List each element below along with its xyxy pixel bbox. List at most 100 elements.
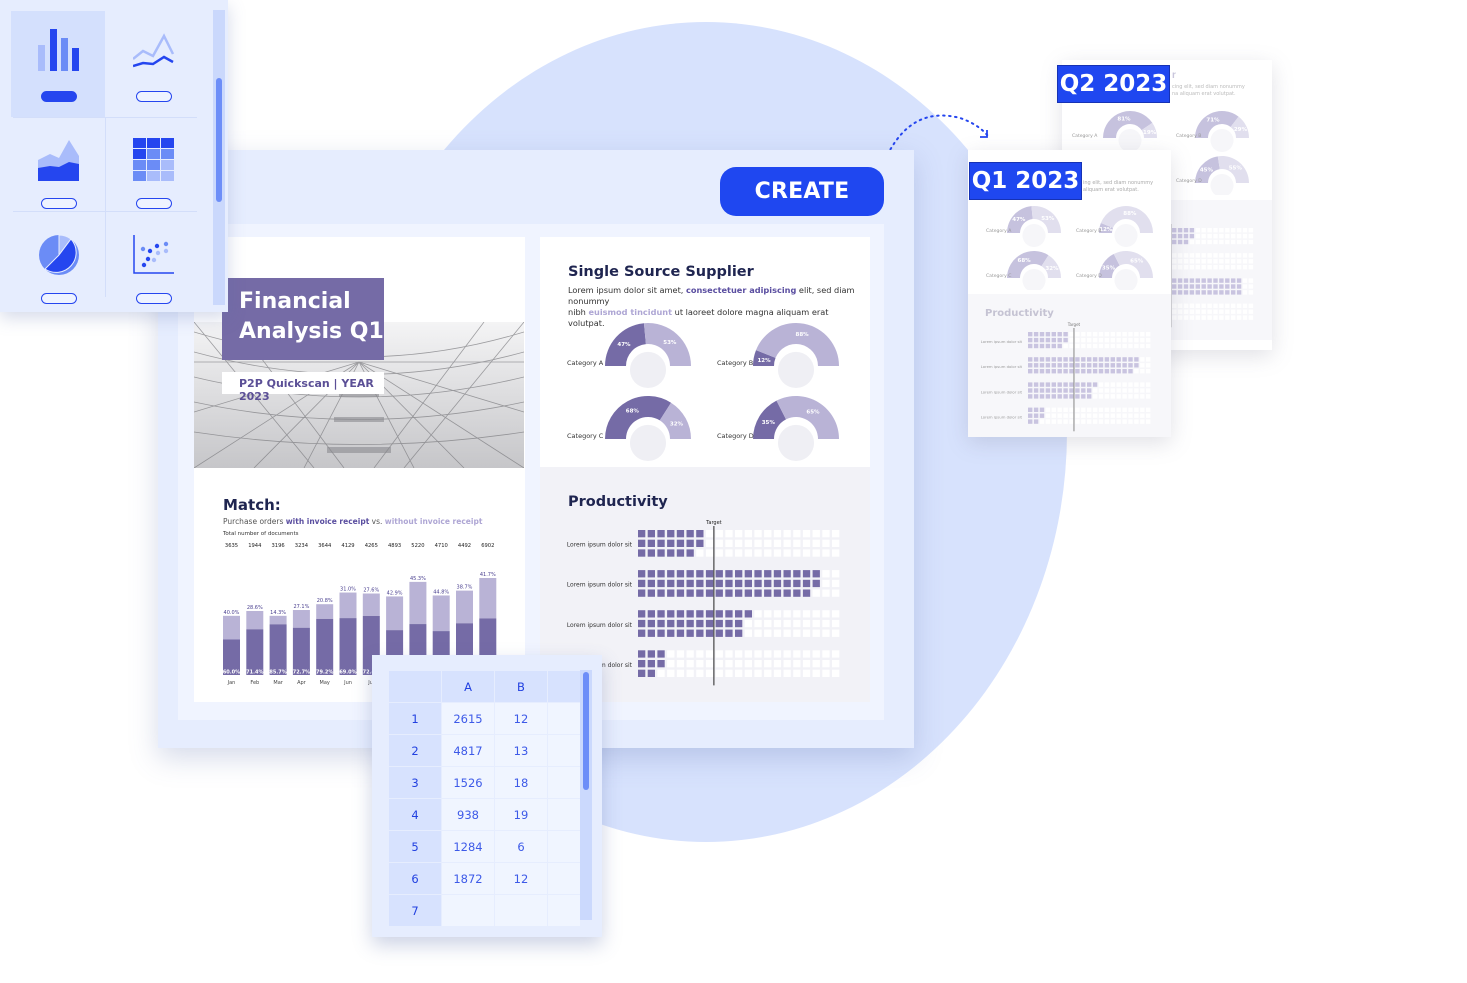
column-header-b[interactable]: B: [495, 671, 547, 702]
productivity-cell-filled: [657, 570, 665, 578]
productivity-cell-empty: [1098, 382, 1104, 387]
productivity-cell-empty: [725, 530, 733, 538]
productivity-cell-filled: [1219, 278, 1224, 283]
create-button[interactable]: CREATE: [720, 167, 884, 216]
productivity-cell-empty: [1231, 303, 1236, 308]
gauge-dark-label: 81%: [1117, 116, 1131, 122]
column-header-a[interactable]: A: [442, 671, 494, 702]
productivity-cell-filled: [1189, 233, 1195, 239]
productivity-cell-empty: [1213, 253, 1218, 258]
productivity-cell-empty: [1122, 343, 1127, 349]
productivity-cell-filled: [1081, 357, 1086, 362]
productivity-cell-filled: [638, 669, 646, 677]
q2-productivity-grid: [1170, 224, 1254, 328]
cell-a[interactable]: 2615: [442, 703, 494, 734]
cell-a[interactable]: 1284: [442, 831, 494, 862]
cell-a[interactable]: 1526: [442, 767, 494, 798]
productivity-cell-filled: [647, 570, 655, 578]
select-toggle[interactable]: [136, 91, 172, 102]
cell-b[interactable]: [495, 895, 547, 926]
bar-without-invoice: [292, 610, 310, 628]
productivity-cell-empty: [705, 539, 714, 547]
productivity-cell-filled: [715, 589, 723, 597]
cell-b[interactable]: 6: [495, 831, 547, 862]
select-toggle[interactable]: [41, 198, 77, 209]
productivity-cell-empty: [1213, 309, 1218, 314]
total-documents-label: 4265: [365, 543, 378, 549]
productivity-cell-empty: [1207, 265, 1212, 270]
bar-with-invoice: [292, 627, 310, 675]
row-header[interactable]: 5: [389, 831, 441, 862]
productivity-cell-filled: [1110, 369, 1115, 374]
grid-cell: [147, 149, 160, 159]
q2-badge[interactable]: Q2 2023: [1057, 65, 1170, 103]
productivity-cell-empty: [793, 619, 801, 628]
bar-bottom-label: 71.4%: [246, 670, 263, 676]
row-header[interactable]: 1: [389, 703, 441, 734]
productivity-cell-empty: [1140, 337, 1145, 343]
cell-b[interactable]: 12: [495, 703, 547, 734]
productivity-cell-empty: [754, 650, 762, 658]
select-toggle[interactable]: [41, 293, 77, 304]
cell-a[interactable]: 1872: [442, 863, 494, 894]
gauge-category-label: Category C: [567, 432, 604, 440]
productivity-cell-filled: [657, 610, 665, 618]
gauge-category-label: Category B: [1076, 228, 1101, 234]
sheet-scrollbar-thumb[interactable]: [583, 672, 589, 790]
cell-empty[interactable]: [548, 895, 580, 926]
productivity-cell-empty: [676, 660, 685, 668]
cell-b[interactable]: 12: [495, 863, 547, 894]
cell-empty[interactable]: [548, 767, 580, 798]
cell-b[interactable]: 18: [495, 767, 547, 798]
select-toggle[interactable]: [136, 293, 172, 304]
productivity-cell-filled: [1189, 284, 1195, 289]
productivity-cell-filled: [1057, 357, 1062, 362]
cell-a[interactable]: 938: [442, 799, 494, 830]
productivity-cell-empty: [1104, 394, 1110, 399]
cell-empty[interactable]: [548, 831, 580, 862]
productivity-cell-empty: [1116, 337, 1121, 343]
bar-top-label: 40.0%: [224, 610, 240, 616]
chart-option-scatter[interactable]: [106, 213, 200, 319]
row-header[interactable]: 3: [389, 767, 441, 798]
productivity-cell-filled: [667, 619, 675, 628]
productivity-cell-empty: [1140, 388, 1145, 393]
productivity-cell-filled: [1087, 394, 1092, 399]
cell-a[interactable]: 4817: [442, 735, 494, 766]
row-header[interactable]: 2: [389, 735, 441, 766]
productivity-cell-filled: [696, 610, 704, 618]
cell-empty[interactable]: [548, 863, 580, 894]
cell-b[interactable]: 13: [495, 735, 547, 766]
productivity-cell-filled: [1033, 413, 1039, 418]
cell-b[interactable]: 19: [495, 799, 547, 830]
cell-empty[interactable]: [548, 703, 580, 734]
picker-scrollbar-thumb[interactable]: [216, 78, 222, 202]
productivity-cell-filled: [1201, 284, 1206, 289]
row-header[interactable]: 7: [389, 895, 441, 926]
chart-option-bar[interactable]: [11, 11, 105, 117]
chart-option-area[interactable]: [11, 118, 105, 224]
chart-option-table[interactable]: [106, 118, 200, 224]
productivity-cell-filled: [783, 570, 791, 578]
total-documents-label: 3644: [318, 543, 332, 549]
cell-empty[interactable]: [548, 735, 580, 766]
cell-a[interactable]: [442, 895, 494, 926]
chart-option-pie[interactable]: [11, 213, 105, 319]
productivity-cell-filled: [1128, 357, 1133, 362]
productivity-cell-filled: [1057, 394, 1062, 399]
chart-option-line[interactable]: [106, 11, 200, 117]
month-tick-label: Mar: [273, 680, 283, 686]
productivity-cell-filled: [1116, 357, 1121, 362]
column-header-empty[interactable]: [548, 671, 580, 702]
productivity-cell-filled: [754, 579, 762, 588]
select-toggle[interactable]: [136, 198, 172, 209]
cover-title: Financial Analysis Q1: [222, 278, 384, 360]
row-header[interactable]: 4: [389, 799, 441, 830]
select-toggle[interactable]: [41, 91, 77, 102]
row-header[interactable]: 6: [389, 863, 441, 894]
productivity-cell-filled: [1177, 284, 1183, 289]
productivity-cell-filled: [1183, 278, 1189, 283]
gauge-center: [777, 351, 815, 388]
grid-cell: [161, 171, 174, 181]
cell-empty[interactable]: [548, 799, 580, 830]
